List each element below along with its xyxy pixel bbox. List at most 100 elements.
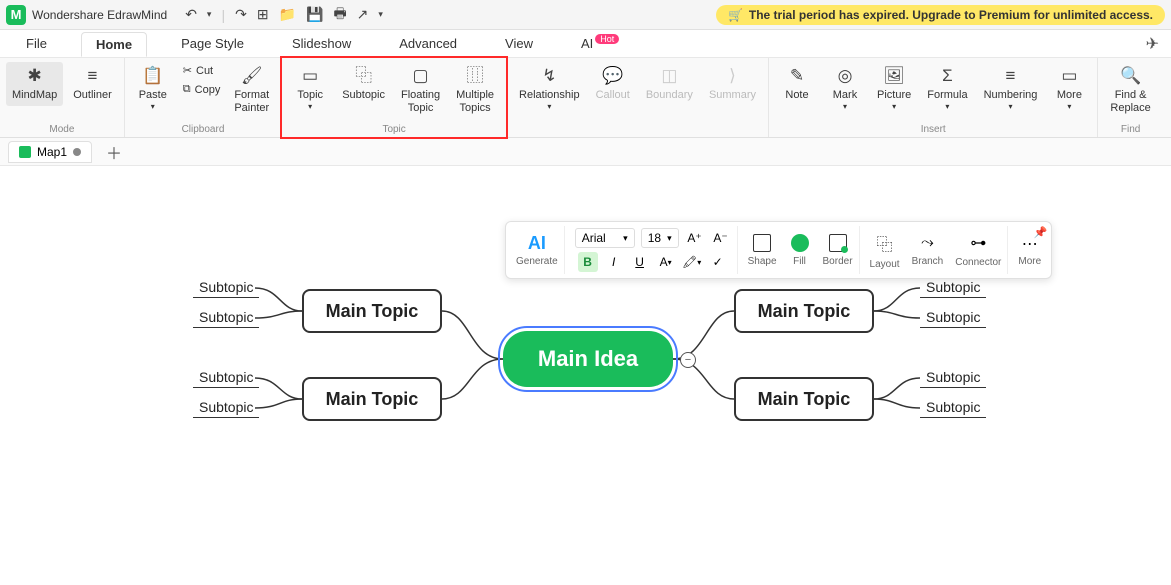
menu-page-style[interactable]: Page Style [167,32,258,55]
topic-button[interactable]: ▭ Topic ▾ [288,62,332,115]
doc-tab-icon [19,146,31,158]
export-icon[interactable]: ↗ [357,6,369,23]
new-icon[interactable]: ⊞ [257,6,269,23]
main-idea-node[interactable]: Main Idea [503,331,673,387]
group-label-find: Find [1121,122,1140,137]
add-tab-button[interactable]: ＋ [100,140,128,164]
ribbon-group-insert: ✎Note ◎Mark▾ 🖼Picture▾ ΣFormula▾ ≡Number… [769,58,1098,137]
document-tabs: Map1 ＋ [0,138,1171,166]
font-size-select[interactable]: 18▾ [641,228,679,248]
collapse-handle[interactable]: − [680,352,696,368]
main-topic-node[interactable]: Main Topic [302,289,442,333]
more-button[interactable]: ▭More▾ [1047,62,1091,115]
cut-button[interactable]: ✂Cut [179,62,225,79]
fill-button[interactable] [791,234,809,252]
quick-access-toolbar: ↶ ▾ | ↷ ⊞ 📁 💾 🖶 ↗ ▾ [185,3,383,27]
print-icon[interactable]: 🖶 [333,3,346,27]
subtopic-node[interactable]: Subtopic [193,279,259,298]
subtopic-node[interactable]: Subtopic [920,369,986,388]
main-topic-node[interactable]: Main Topic [734,377,874,421]
group-label-empty1 [636,122,639,137]
menu-advanced[interactable]: Advanced [385,32,471,55]
numbering-icon: ≡ [1006,66,1016,86]
ft-shape-group: Shape Fill Border [742,226,860,274]
format-painter-button[interactable]: 🖌 Format Painter [228,62,275,118]
cut-icon: ✂ [183,64,192,77]
subtopic-node[interactable]: Subtopic [920,309,986,328]
border-button[interactable] [829,234,847,252]
canvas[interactable]: Main Idea − Main Topic Main Topic Main T… [0,166,1171,585]
callout-icon: 💬 [602,66,623,86]
formula-button[interactable]: ΣFormula▾ [921,62,973,115]
app-name: Wondershare EdrawMind [32,8,167,22]
find-replace-button[interactable]: 🔍 Find & Replace [1104,62,1156,118]
decrease-font-button[interactable]: A⁻ [711,228,731,248]
subtopic-node[interactable]: Subtopic [920,279,986,298]
menu-slideshow[interactable]: Slideshow [278,32,365,55]
subtopic-node[interactable]: Subtopic [193,399,259,418]
menu-ai[interactable]: AIHot [567,32,633,55]
subtopic-node[interactable]: Subtopic [920,399,986,418]
menu-view[interactable]: View [491,32,547,55]
unsaved-indicator-icon [73,148,81,156]
multiple-topics-button[interactable]: ⿲ Multiple Topics [450,62,500,118]
relationship-button[interactable]: ↯ Relationship ▾ [513,62,586,115]
bold-button[interactable]: B [578,252,598,272]
qat-dropdown-icon[interactable]: ▾ [378,9,383,20]
font-family-select[interactable]: Arial▾ [575,228,635,248]
menu-file[interactable]: File [12,32,61,55]
outliner-mode-button[interactable]: ≡ Outliner [67,62,118,106]
picture-button[interactable]: 🖼Picture▾ [871,62,917,115]
main-topic-node[interactable]: Main Topic [734,289,874,333]
shape-button[interactable] [753,234,771,252]
menu-home[interactable]: Home [81,32,147,57]
mark-icon: ◎ [838,66,853,86]
branch-icon[interactable]: ⤳ [921,234,934,252]
connector-icon[interactable]: ⊶ [970,233,986,253]
mindmap-mode-button[interactable]: ✱ MindMap [6,62,63,106]
clear-format-button[interactable]: ✓ [708,252,728,272]
group-label-insert: Insert [921,122,946,137]
highlight-button[interactable]: 🖍▾ [682,252,702,272]
summary-button: ⟩ Summary [703,62,762,106]
ribbon-group-find: 🔍 Find & Replace Find [1098,58,1162,137]
ribbon-group-topic: ▭ Topic ▾ ⿻ Subtopic ▢ Floating Topic ⿲ … [282,58,507,137]
outliner-icon: ≡ [88,66,98,86]
italic-button[interactable]: I [604,252,624,272]
increase-font-button[interactable]: A⁺ [685,228,705,248]
doc-tab-label: Map1 [37,145,67,159]
layout-icon[interactable]: ⿻ [877,231,893,255]
undo-icon[interactable]: ↶ [185,6,197,23]
undo-dropdown-icon[interactable]: ▾ [207,9,212,20]
paste-button[interactable]: 📋 Paste ▾ [131,62,175,115]
open-icon[interactable]: 📁 [279,6,296,23]
subtopic-node[interactable]: Subtopic [193,309,259,328]
floating-topic-button[interactable]: ▢ Floating Topic [395,62,446,118]
ft-generate-label: Generate [516,256,558,267]
copy-button[interactable]: ⧉Copy [179,81,225,98]
mark-button[interactable]: ◎Mark▾ [823,62,867,115]
ft-ai-group: AI Generate [510,226,565,274]
main-topic-node[interactable]: Main Topic [302,377,442,421]
ai-generate-icon[interactable]: AI [528,233,546,254]
summary-icon: ⟩ [729,66,736,86]
floating-toolbar: 📌 AI Generate Arial▾ 18▾ A⁺ A⁻ B I U A▾ … [505,221,1052,279]
save-icon[interactable]: 💾 [306,6,323,23]
format-painter-icon: 🖌 [241,66,263,86]
pin-icon[interactable]: 📌 [1033,226,1047,239]
picture-icon: 🖼 [883,66,905,86]
font-color-button[interactable]: A▾ [656,252,676,272]
note-button[interactable]: ✎Note [775,62,819,106]
ft-layout-group: ⿻ Layout ⤳ Branch ⊶ Connector [864,226,1009,274]
underline-button[interactable]: U [630,252,650,272]
send-feedback-icon[interactable]: ✈ [1146,34,1159,54]
redo-icon[interactable]: ↷ [235,6,247,23]
trial-banner[interactable]: 🛒 The trial period has expired. Upgrade … [716,5,1165,25]
ribbon: ✱ MindMap ≡ Outliner Mode 📋 Paste ▾ ✂Cut… [0,58,1171,138]
doc-tab-map1[interactable]: Map1 [8,141,92,163]
numbering-button[interactable]: ≡Numbering▾ [978,62,1044,115]
subtopic-button[interactable]: ⿻ Subtopic [336,62,391,106]
subtopic-node[interactable]: Subtopic [193,369,259,388]
paste-icon: 📋 [142,66,163,86]
callout-button: 💬 Callout [590,62,636,106]
